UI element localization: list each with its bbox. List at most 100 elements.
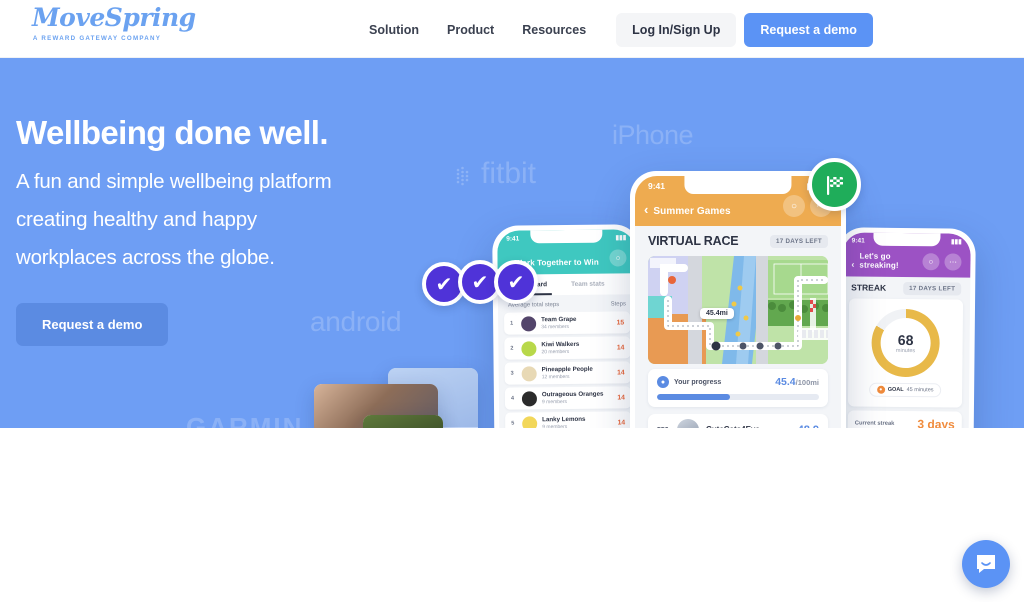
phone-left-notch [530, 229, 603, 244]
status-signal-icons-left: ▮▮▮ [615, 234, 627, 242]
phone-left-appbar-icons: ○ [609, 249, 627, 267]
watermark-iphone: iPhone [612, 120, 694, 150]
progress-top-row: ● Your progress 45.4/100mi [657, 376, 819, 388]
phone-right-title: Let's go streaking! [859, 251, 899, 270]
checkered-flag-icon [826, 175, 843, 195]
column-header-right: Steps [610, 300, 626, 308]
hero-subtitle-line-2: creating healthy and happy [16, 208, 257, 231]
goal-value: 45 minutes [906, 387, 934, 394]
race-header: VIRTUAL RACE 17 DAYS LEFT [635, 226, 841, 256]
team-name: Kiwi Walkers [541, 340, 580, 348]
status-time-right: 9:41 [851, 236, 865, 245]
logo-tagline: A REWARD GATEWAY COMPANY [32, 35, 162, 42]
progress-ring: 68 minutes [871, 308, 940, 378]
more-options-icon[interactable]: ⋯ [944, 253, 962, 271]
team-members: 9 members [541, 398, 568, 405]
table-row[interactable]: 2 Kiwi Walkers 20 members 14 [504, 336, 631, 360]
table-row[interactable]: 1 Team Grape 34 members 15 [504, 311, 631, 335]
current-streak-label: Current streak [854, 420, 895, 427]
team-name: Lanky Lemons [542, 415, 586, 423]
article-image-2 [363, 415, 443, 428]
current-streak-row: Current streak 3 days [855, 416, 955, 428]
race-map[interactable]: 45.4mi [648, 256, 828, 364]
hero-subtitle-line-3: workplaces across the globe. [16, 246, 275, 269]
chat-launcher-button[interactable] [962, 540, 1010, 588]
phone-left-teal: ‹ Work Together to Win ○ 9:41 ▮▮▮ Leader… [492, 224, 644, 428]
leaderboard-rank: 559 [657, 427, 677, 429]
team-members: 12 members [541, 373, 570, 380]
phone-right-appbar-icons: ○ ⋯ [922, 253, 962, 271]
team-value: 14 [617, 368, 625, 376]
current-streak-value: 3 days [917, 417, 955, 428]
current-streak-card: Current streak 3 days ♦ 5/1 ♦ 5/2 [847, 410, 962, 428]
progress-denominator: /100mi [795, 378, 819, 387]
phone-right-purple: ‹ Let's go streaking! ○ ⋯ 9:41 ▮▮▮ STREA… [834, 227, 976, 428]
avatar [521, 340, 537, 356]
team-members: 20 members [541, 348, 570, 355]
phone-left-screen: ‹ Work Together to Win ○ 9:41 ▮▮▮ Leader… [497, 229, 639, 428]
chat-bubble-icon[interactable]: ○ [783, 195, 805, 217]
streak-ring-card: 68 minutes ● GOAL 45 minutes [847, 298, 964, 408]
phone-right-screen: ‹ Let's go streaking! ○ ⋯ 9:41 ▮▮▮ STREA… [839, 232, 971, 428]
article-card-2[interactable]: 10 Ways To Get More Steps In Each Day ♥ … [363, 415, 443, 428]
hero-subtitle-line-1: A fun and simple wellbeing platform [16, 170, 332, 193]
hero-subtitle: A fun and simple wellbeing platform crea… [16, 163, 416, 277]
avatar [521, 315, 537, 331]
watermark-fitbit-text: fitbit [481, 157, 537, 190]
team-name: Team Grape [541, 315, 577, 323]
progress-bar-track [657, 394, 819, 400]
back-chevron-icon[interactable]: ‹ [644, 202, 648, 217]
map-distance-marker: 45.4mi [700, 308, 734, 319]
progress-card: ● Your progress 45.4/100mi [648, 369, 828, 407]
map-illustration [648, 256, 828, 364]
chat-bubble-icon [977, 555, 995, 573]
login-signup-button[interactable]: Log In/Sign Up [616, 13, 737, 47]
streak-title: STREAK [851, 282, 887, 293]
progress-number: 45.4 [775, 376, 796, 388]
table-row[interactable]: 4 Outrageous Oranges 9 members 14 [504, 386, 632, 410]
team-name: Pineapple People [541, 365, 593, 373]
nav-item-product[interactable]: Product [433, 17, 508, 43]
days-left-badge: 17 DAYS LEFT [769, 234, 828, 248]
ring-center: 68 minutes [895, 331, 916, 354]
table-row[interactable]: 5 Lanky Lemons 9 members 14 [505, 411, 632, 428]
nav-item-resources[interactable]: Resources [508, 17, 600, 43]
team-info: Kiwi Walkers 20 members [541, 340, 579, 355]
team-info: Lanky Lemons 9 members [542, 415, 585, 428]
phone-center-notch [684, 176, 792, 194]
status-time-center: 9:41 [648, 181, 666, 191]
chat-bubble-icon[interactable]: ○ [922, 253, 940, 271]
phone-center-orange: ‹ Summer Games ○ ⋯ 9:41 ▮▮▮ ● VIRTUAL RA… [630, 171, 846, 428]
ring-unit: minutes [895, 347, 916, 354]
race-title: VIRTUAL RACE [648, 234, 739, 248]
team-rank: 5 [511, 420, 515, 427]
table-row[interactable]: 559 CuteCats4Eva 48.9 [648, 414, 828, 428]
logo[interactable]: MoveSpring A REWARD GATEWAY COMPANY [32, 3, 196, 43]
table-row[interactable]: 3 Pineapple People 12 members 14 [504, 361, 631, 385]
progress-label: Your progress [674, 378, 722, 386]
team-rank: 1 [510, 320, 514, 327]
goal-label: GOAL [887, 386, 904, 393]
phone-right-header: STREAK 17 DAYS LEFT [842, 276, 971, 300]
chat-bubble-icon[interactable]: ○ [609, 249, 627, 267]
hero-section: iPhone fitbit android GARMIN Wellbeing d… [0, 58, 1024, 428]
team-info: Pineapple People 12 members [542, 365, 593, 381]
flag-badge [808, 158, 861, 211]
check-badge-3: ✔ [494, 260, 538, 304]
back-chevron-icon[interactable]: ‹ [851, 259, 854, 269]
phone-center-leaderboard: 559 CuteCats4Eva 48.9 560 WatermelonWalk… [635, 414, 841, 428]
check-icon: ✔ [435, 273, 453, 296]
check-icon: ✔ [507, 271, 525, 294]
tab-team-stats[interactable]: Team stats [571, 281, 605, 288]
request-demo-button-hero[interactable]: Request a demo [16, 303, 169, 346]
location-pin-icon: ● [657, 376, 669, 388]
main-nav: Solution Product Resources Log In/Sign U… [355, 13, 873, 47]
logo-wordmark: MoveSpring [32, 3, 196, 32]
nav-item-solution[interactable]: Solution [355, 17, 433, 43]
hero-title: Wellbeing done well. [16, 114, 329, 151]
days-left-badge: 17 DAYS LEFT [903, 281, 962, 296]
request-demo-button-nav[interactable]: Request a demo [744, 13, 873, 47]
team-rank: 2 [510, 345, 514, 352]
team-value: 14 [617, 418, 626, 426]
hero-copy: Wellbeing done well. A fun and simple we… [16, 113, 416, 346]
